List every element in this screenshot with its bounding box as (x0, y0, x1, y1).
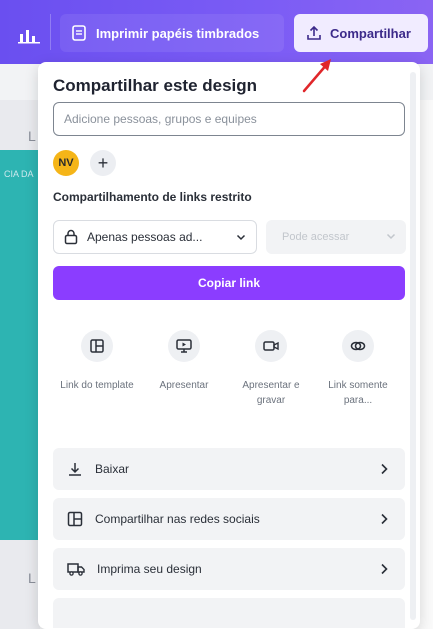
option-label: Apresentar (159, 380, 209, 391)
link-sharing-heading: Compartilhamento de links restrito (53, 190, 252, 204)
permission-dropdown-value: Pode acessar (282, 231, 350, 243)
chevron-down-icon (236, 234, 246, 241)
download-row[interactable]: Baixar (53, 448, 405, 490)
add-person-button[interactable]: + (90, 150, 116, 176)
chevron-right-icon (381, 513, 388, 525)
row-label: Compartilhar nas redes sociais (95, 512, 260, 526)
row-label: Baixar (95, 462, 130, 476)
toolbar-divider (50, 14, 51, 50)
chevron-down-icon (386, 233, 396, 240)
social-share-row[interactable]: Compartilhar nas redes sociais (53, 498, 405, 540)
share-panel: Compartilhar este design Adicione pessoa… (38, 62, 420, 629)
record-icon (263, 341, 279, 351)
design-side-text: CIA DA (4, 169, 34, 179)
option-label: Link do template (60, 380, 134, 391)
view-link-icon (350, 341, 366, 351)
avatar[interactable]: NV (53, 150, 79, 176)
share-button[interactable]: Compartilhar (294, 14, 428, 52)
scrollbar[interactable] (410, 72, 416, 620)
top-toolbar: Imprimir papéis timbrados Compartilhar (0, 0, 433, 64)
chart-icon[interactable] (16, 22, 46, 46)
chevron-right-icon (381, 563, 388, 575)
present-icon-bg (168, 330, 200, 362)
template-icon (90, 339, 104, 353)
document-icon (72, 25, 86, 41)
lock-icon (64, 229, 78, 245)
canvas-letter: L (28, 570, 36, 586)
copy-link-button[interactable]: Copiar link (53, 266, 405, 300)
permission-dropdown[interactable]: Pode acessar (266, 220, 406, 254)
truck-icon (67, 563, 85, 576)
print-design-row[interactable]: Imprima seu design (53, 548, 405, 590)
template-icon-bg (81, 330, 113, 362)
access-dropdown-value: Apenas pessoas ad... (87, 230, 203, 244)
canvas-letter: L (28, 128, 36, 144)
design-page-preview (0, 150, 40, 540)
view-link-icon-bg (342, 330, 374, 362)
present-icon (176, 339, 192, 353)
share-button-label: Compartilhar (330, 25, 411, 41)
chevron-right-icon (381, 463, 388, 475)
row-label: Imprima seu design (97, 562, 202, 576)
print-letterhead-button[interactable]: Imprimir papéis timbrados (60, 14, 284, 52)
download-icon (69, 463, 81, 476)
add-people-input[interactable]: Adicione pessoas, grupos e equipes (53, 102, 405, 136)
option-label: Link somente para... (328, 380, 388, 406)
print-letterhead-label: Imprimir papéis timbrados (96, 25, 260, 41)
record-icon-bg (255, 330, 287, 362)
present-record-option[interactable]: Apresentar e gravar (227, 330, 315, 408)
panel-title: Compartilhar este design (53, 76, 258, 95)
present-option[interactable]: Apresentar (140, 330, 228, 393)
template-link-option[interactable]: Link do template (53, 330, 141, 393)
social-icon (67, 511, 83, 527)
access-dropdown[interactable]: Apenas pessoas ad... (53, 220, 257, 254)
view-only-link-option[interactable]: Link somente para... (314, 330, 402, 408)
upload-icon (307, 25, 321, 40)
annotation-arrow-icon (302, 59, 331, 93)
option-label: Apresentar e gravar (242, 380, 300, 406)
partial-row[interactable] (53, 598, 405, 628)
